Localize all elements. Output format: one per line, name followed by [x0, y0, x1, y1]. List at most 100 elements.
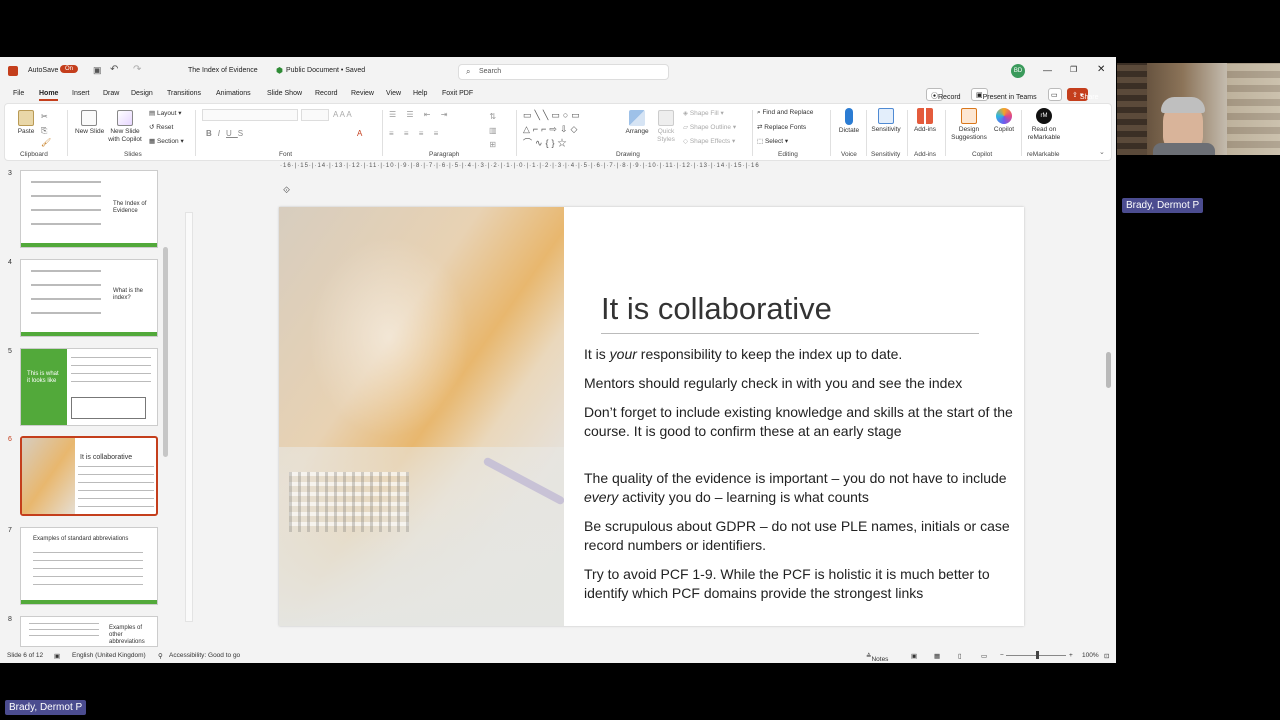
- bullet-existing-knowledge[interactable]: Don’t forget to include existing knowled…: [584, 403, 1019, 440]
- bullet-mentors[interactable]: Mentors should regularly check in with y…: [584, 374, 1019, 393]
- ribbon: Paste ✂ ⎘ 🖌 Clipboard New Slide New Slid…: [4, 103, 1112, 161]
- accessibility-status[interactable]: Accessibility: Good to go: [169, 652, 240, 659]
- text-direction-icon[interactable]: ⇅ ▥ ⊞: [489, 110, 497, 152]
- slide-thumbnail-6-selected[interactable]: It is collaborative: [20, 436, 158, 516]
- align-buttons[interactable]: ≡ ≡ ≡ ≡: [389, 129, 442, 138]
- zoom-in-icon[interactable]: +: [1069, 652, 1073, 659]
- slide-thumbnail-7[interactable]: Examples of standard abbreviations: [20, 527, 158, 605]
- search-icon: ⌕: [466, 67, 471, 76]
- list-buttons[interactable]: ☰ ☰ ⇤ ⇥: [389, 110, 451, 119]
- fit-to-window-icon[interactable]: ⊡: [1104, 652, 1109, 660]
- canvas-scrollbar[interactable]: [1106, 352, 1111, 388]
- tab-design[interactable]: Design: [131, 90, 153, 97]
- read-on-remarkable-button[interactable]: rM Read on reMarkable: [1023, 108, 1065, 142]
- slide-options-icon[interactable]: ⟐: [283, 185, 290, 196]
- tab-file[interactable]: File: [13, 90, 24, 97]
- tab-animations[interactable]: Animations: [216, 90, 251, 97]
- save-icon[interactable]: ▣: [93, 65, 102, 76]
- title-divider: [601, 333, 979, 334]
- slideshow-icon[interactable]: ▭: [981, 652, 987, 660]
- search-input[interactable]: ⌕ Search: [458, 64, 669, 80]
- tab-help[interactable]: Help: [413, 90, 427, 97]
- title-bar: AutoSave On ▣ ↶ ↷ The Index of Evidence …: [0, 57, 1116, 85]
- present-in-teams-button[interactable]: ▣ Present in Teams: [971, 88, 1037, 101]
- slide-title[interactable]: It is collaborative: [601, 291, 832, 327]
- section-button[interactable]: ▦ Section ▾: [149, 137, 184, 145]
- format-painter-icon[interactable]: 🖌: [41, 138, 51, 147]
- find-and-replace-button[interactable]: ⌕ Find and Replace: [757, 109, 813, 117]
- shape-outline-button[interactable]: ▱ Shape Outline ▾: [683, 123, 736, 131]
- add-ins-button[interactable]: Add-ins: [910, 108, 940, 133]
- bullet-quality-evidence[interactable]: The quality of the evidence is important…: [584, 469, 1019, 506]
- autosave-toggle[interactable]: On: [60, 65, 79, 73]
- bullet-pcf[interactable]: Try to avoid PCF 1-9. While the PCF is h…: [584, 565, 1019, 602]
- close-icon[interactable]: ✕: [1097, 64, 1105, 75]
- tab-slide-show[interactable]: Slide Show: [267, 90, 302, 97]
- slide-thumbnail-3[interactable]: The Index of Evidence: [20, 170, 158, 248]
- tab-review[interactable]: Review: [351, 90, 374, 97]
- slide-thumbnail-4[interactable]: What is the index?: [20, 259, 158, 337]
- font-name-dropdown[interactable]: [202, 109, 298, 121]
- group-voice-label: Voice: [841, 151, 857, 158]
- tab-draw[interactable]: Draw: [103, 90, 119, 97]
- bullet-gdpr[interactable]: Be scrupulous about GDPR – do not use PL…: [584, 517, 1019, 554]
- undo-icon[interactable]: ↶: [110, 64, 118, 75]
- slide-sorter-icon[interactable]: ▦: [934, 652, 940, 660]
- paste-button[interactable]: Paste: [15, 110, 37, 135]
- layout-button[interactable]: ▤ Layout ▾: [149, 109, 182, 117]
- new-slide-button[interactable]: New Slide: [75, 110, 104, 135]
- tab-home[interactable]: Home: [39, 90, 59, 101]
- copilot-button[interactable]: Copilot: [991, 108, 1017, 133]
- thumb-title: Examples of other abbreviations: [109, 625, 145, 645]
- copy-icon[interactable]: ⎘: [41, 126, 47, 136]
- design-suggestions-button[interactable]: Design Suggestions: [949, 108, 989, 142]
- redo-icon[interactable]: ↷: [133, 64, 141, 75]
- tab-insert[interactable]: Insert: [72, 90, 90, 97]
- zoom-level[interactable]: 100%: [1082, 652, 1099, 659]
- font-size-buttons[interactable]: A A A: [333, 110, 352, 119]
- spellcheck-icon[interactable]: ▣: [54, 652, 60, 660]
- slide-thumbnail-8[interactable]: Examples of other abbreviations: [20, 616, 158, 647]
- restore-icon[interactable]: ❐: [1070, 65, 1077, 74]
- bullet-responsibility[interactable]: It is your responsibility to keep the in…: [584, 345, 1019, 364]
- group-font-label: Font: [279, 151, 293, 158]
- comments-icon[interactable]: ▭: [1048, 88, 1062, 101]
- sensitivity-button[interactable]: Sensitivity: [869, 108, 903, 133]
- user-avatar[interactable]: BD: [1011, 64, 1025, 78]
- new-slide-with-copilot-button[interactable]: New Slide with Copilot: [105, 110, 145, 144]
- cut-icon[interactable]: ✂: [41, 112, 48, 121]
- tab-view[interactable]: View: [386, 90, 401, 97]
- font-style-buttons[interactable]: BIUS: [206, 129, 249, 138]
- slide-thumbnail-5[interactable]: This is what it looks like: [20, 348, 158, 426]
- font-size-dropdown[interactable]: [301, 109, 329, 121]
- slide-canvas[interactable]: It is collaborative It is your responsib…: [279, 207, 1024, 626]
- tab-transitions[interactable]: Transitions: [167, 90, 201, 97]
- normal-view-icon[interactable]: ▣: [911, 652, 917, 660]
- arrange-button[interactable]: Arrange: [624, 110, 650, 135]
- document-title[interactable]: The Index of Evidence: [188, 67, 258, 74]
- zoom-slider-thumb[interactable]: [1036, 651, 1039, 659]
- thumbnail-scrollbar[interactable]: [163, 247, 168, 457]
- share-button[interactable]: ⇪ Share ▾: [1067, 88, 1099, 101]
- collapse-ribbon-icon[interactable]: ⌄: [1099, 148, 1105, 156]
- record-button[interactable]: ⦿ Record: [926, 88, 961, 101]
- select-button[interactable]: ⬚ Select ▾: [757, 137, 788, 145]
- dictate-button[interactable]: Dictate: [835, 108, 863, 134]
- reset-button[interactable]: ↺ Reset: [149, 123, 173, 131]
- language[interactable]: English (United Kingdom): [72, 652, 146, 659]
- shapes-gallery[interactable]: ▭╲╲▭○▭ △⌐⌐⇨⇩◇ ⌒∿{}☆: [523, 108, 613, 150]
- reading-view-icon[interactable]: ▯: [958, 652, 962, 660]
- shape-effects-button[interactable]: ◇ Shape Effects ▾: [683, 137, 735, 145]
- document-status[interactable]: Public Document • Saved: [286, 67, 365, 74]
- shape-fill-button[interactable]: ◈ Shape Fill ▾: [683, 109, 724, 117]
- replace-fonts-button[interactable]: ⇄ Replace Fonts: [757, 123, 806, 131]
- font-color-icon[interactable]: A: [357, 129, 362, 138]
- tab-foxit-pdf[interactable]: Foxit PDF: [442, 90, 473, 97]
- zoom-out-icon[interactable]: −: [1000, 652, 1004, 659]
- tab-record[interactable]: Record: [315, 90, 338, 97]
- accessibility-icon[interactable]: ⚲: [158, 652, 163, 660]
- minimize-icon[interactable]: —: [1043, 65, 1052, 75]
- horizontal-ruler: ·16·|·15·|·14·|·13·|·12·|·11·|·10·|·9·|·…: [280, 163, 760, 169]
- quick-styles-button[interactable]: Quick Styles: [653, 110, 679, 144]
- notes-button[interactable]: ≙ Notes: [866, 652, 888, 663]
